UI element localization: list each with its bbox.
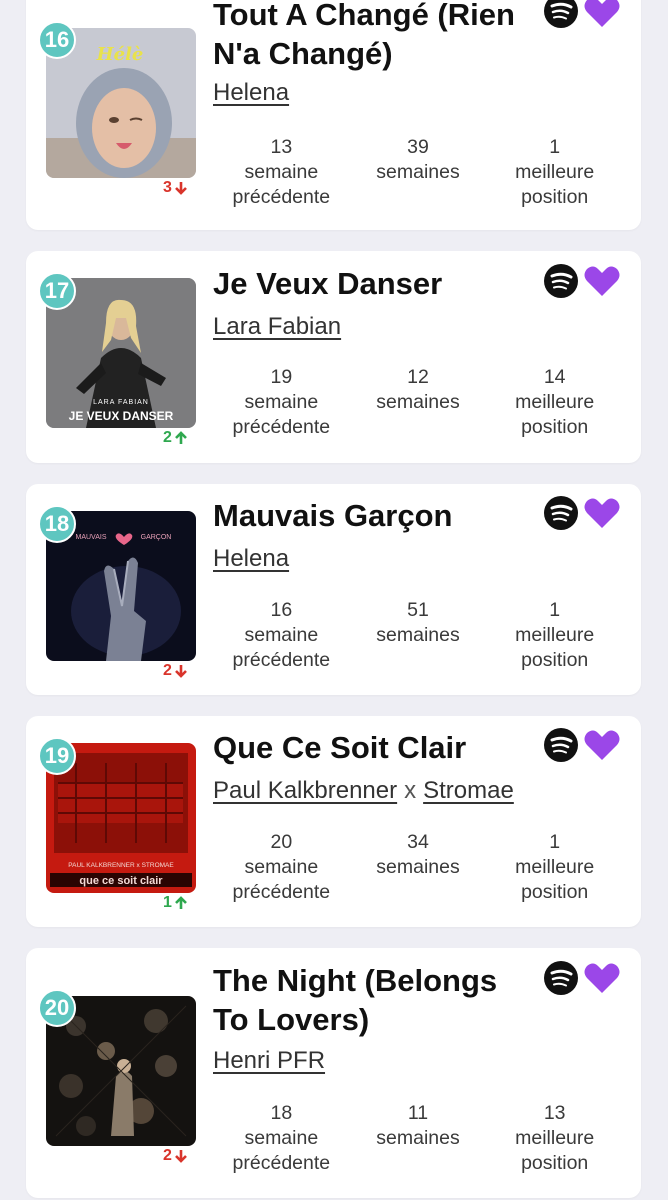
- movement-value: 1: [163, 894, 172, 911]
- song-title[interactable]: Que Ce Soit Clair: [213, 728, 533, 767]
- cover-title: que ce soit clair: [79, 875, 163, 887]
- movement-value: 2: [163, 662, 172, 679]
- chart-entry-19[interactable]: PAUL KALKBRENNER x STROMAE que ce soit c…: [26, 716, 641, 927]
- stat-previous-week: 19 semaine précédente: [232, 366, 331, 438]
- rank-badge: 19: [38, 737, 76, 775]
- rank-badge: 20: [38, 989, 76, 1027]
- stat-previous-week: 13 semaine précédente: [232, 136, 331, 208]
- stats-row: 18 semaine précédente 11 semaines 13 meilleu…: [213, 1101, 623, 1176]
- spotify-icon[interactable]: [544, 961, 578, 995]
- movement-value: 2: [163, 429, 172, 446]
- artist-links: Lara Fabian: [213, 313, 341, 341]
- song-title[interactable]: Je Veux Danser: [213, 264, 533, 303]
- stat-weeks: 12 semaines: [376, 366, 460, 413]
- artist-link[interactable]: Lara Fabian: [213, 313, 341, 340]
- song-title[interactable]: Tout A Changé (Rien N'a Changé): [213, 0, 533, 73]
- stat-best-position: 1 meilleure position: [515, 136, 595, 208]
- arrow-down-icon: [174, 665, 187, 678]
- arrow-down-icon: [174, 1150, 187, 1163]
- cover-title: Hélè: [96, 44, 144, 65]
- artist-links: Helena: [213, 545, 289, 573]
- cover-text-1: MAUVAIS: [76, 534, 107, 541]
- heart-icon[interactable]: [584, 0, 620, 28]
- rank-badge: 17: [38, 272, 76, 310]
- spotify-icon[interactable]: [544, 0, 578, 28]
- heart-icon[interactable]: [584, 265, 620, 297]
- chart-entry-17[interactable]: LARA FABIAN JE VEUX DANSER 17 2 Je Veux …: [26, 251, 641, 463]
- heart-icon[interactable]: [584, 729, 620, 761]
- spotify-icon[interactable]: [544, 496, 578, 530]
- artist-links: Henri PFR: [213, 1047, 325, 1075]
- cover-artist: LARA FABIAN: [93, 399, 149, 406]
- stat-weeks: 34 semaines: [376, 831, 460, 878]
- movement-value: 2: [163, 1147, 172, 1164]
- chart-list: Hélè 16 3 Tout A Changé (Rien N'a Changé…: [0, 0, 668, 1200]
- rank-movement: 2: [163, 1147, 188, 1165]
- stat-best-position: 14 meilleure position: [515, 366, 595, 438]
- rank-badge: 18: [38, 505, 76, 543]
- artist-links: Paul Kalkbrenner x Stromae: [213, 777, 514, 805]
- stat-weeks: 11 semaines: [376, 1102, 460, 1149]
- stat-weeks: 39 semaines: [376, 136, 460, 183]
- rank-movement: 3: [163, 179, 188, 197]
- stat-best-position: 1 meilleure position: [515, 599, 595, 671]
- arrow-down-icon: [174, 182, 187, 195]
- stats-row: 16 semaine précédente 51 semaines 1 meilleur…: [213, 598, 623, 673]
- stat-previous-week: 18 semaine précédente: [232, 1102, 331, 1174]
- stat-weeks: 51 semaines: [376, 599, 460, 646]
- artist-links: Helena: [213, 79, 289, 107]
- artist-separator: x: [404, 777, 417, 804]
- rank-movement: 2: [163, 429, 188, 447]
- song-title[interactable]: Mauvais Garçon: [213, 496, 533, 535]
- artist-link[interactable]: Stromae: [423, 777, 514, 804]
- heart-icon[interactable]: [584, 962, 620, 994]
- arrow-up-icon: [174, 896, 187, 909]
- stats-row: 19 semaine précédente 12 semaines 14 meilleu…: [213, 365, 623, 440]
- stats-row: 20 semaine précédente 34 semaines 1 meilleur…: [213, 830, 623, 905]
- rank-movement: 1: [163, 894, 188, 912]
- stat-best-position: 1 meilleure position: [515, 831, 595, 903]
- stats-row: 13 semaine précédente 39 semaines 1 meilleur…: [213, 135, 623, 210]
- stat-previous-week: 20 semaine précédente: [232, 831, 331, 903]
- cover-title: JE VEUX DANSER: [69, 409, 174, 423]
- chart-entry-20[interactable]: 20 2 The Night (Belongs To Lovers) Henri…: [26, 948, 641, 1198]
- stat-best-position: 13 meilleure position: [515, 1102, 595, 1174]
- artist-link[interactable]: Henri PFR: [213, 1047, 325, 1074]
- chart-entry-18[interactable]: MAUVAIS GARÇON 18 2 Mauvais Garçon Helen…: [26, 484, 641, 695]
- arrow-up-icon: [174, 431, 187, 444]
- artist-link[interactable]: Paul Kalkbrenner: [213, 777, 397, 804]
- artist-link[interactable]: Helena: [213, 79, 289, 106]
- artist-link[interactable]: Helena: [213, 545, 289, 572]
- movement-value: 3: [163, 179, 172, 196]
- cover-artist: PAUL KALKBRENNER x STROMAE: [68, 862, 174, 869]
- song-title[interactable]: The Night (Belongs To Lovers): [213, 961, 533, 1039]
- spotify-icon[interactable]: [544, 264, 578, 298]
- chart-entry-16[interactable]: Hélè 16 3 Tout A Changé (Rien N'a Changé…: [26, 0, 641, 230]
- stat-previous-week: 16 semaine précédente: [232, 599, 331, 671]
- spotify-icon[interactable]: [544, 728, 578, 762]
- heart-icon[interactable]: [584, 497, 620, 529]
- rank-movement: 2: [163, 662, 188, 680]
- cover-text-2: GARÇON: [141, 534, 172, 541]
- rank-badge: 16: [38, 21, 76, 59]
